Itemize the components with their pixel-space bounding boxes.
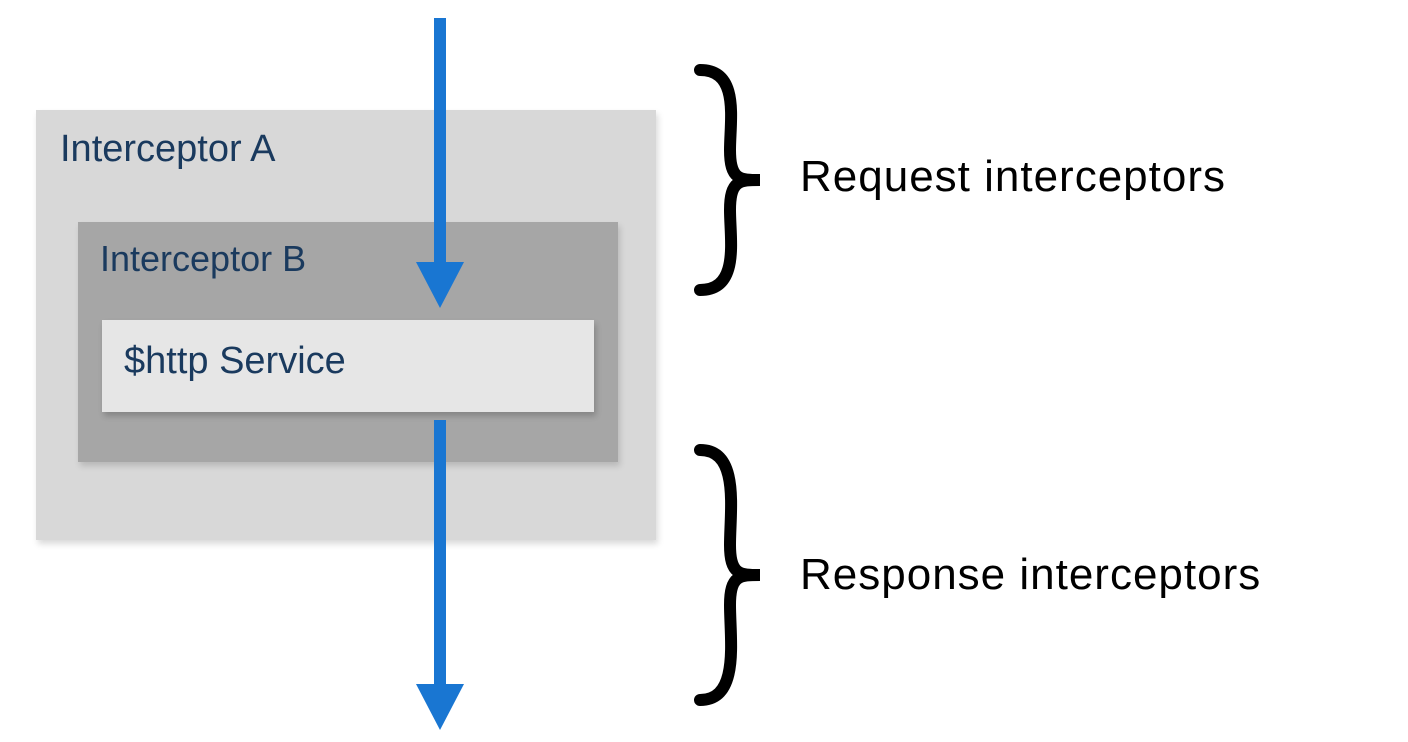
request-brace-icon [700, 70, 760, 290]
response-brace-icon [700, 450, 760, 700]
response-interceptors-label: Response interceptors [800, 550, 1261, 600]
http-service-label: $http Service [124, 340, 346, 382]
diagram-canvas: Interceptor A Interceptor B $http Servic… [0, 0, 1408, 742]
request-interceptors-label: Request interceptors [800, 152, 1226, 202]
interceptor-a-label: Interceptor A [60, 128, 275, 170]
interceptor-b-label: Interceptor B [100, 238, 306, 279]
http-service-box: $http Service [102, 320, 594, 412]
